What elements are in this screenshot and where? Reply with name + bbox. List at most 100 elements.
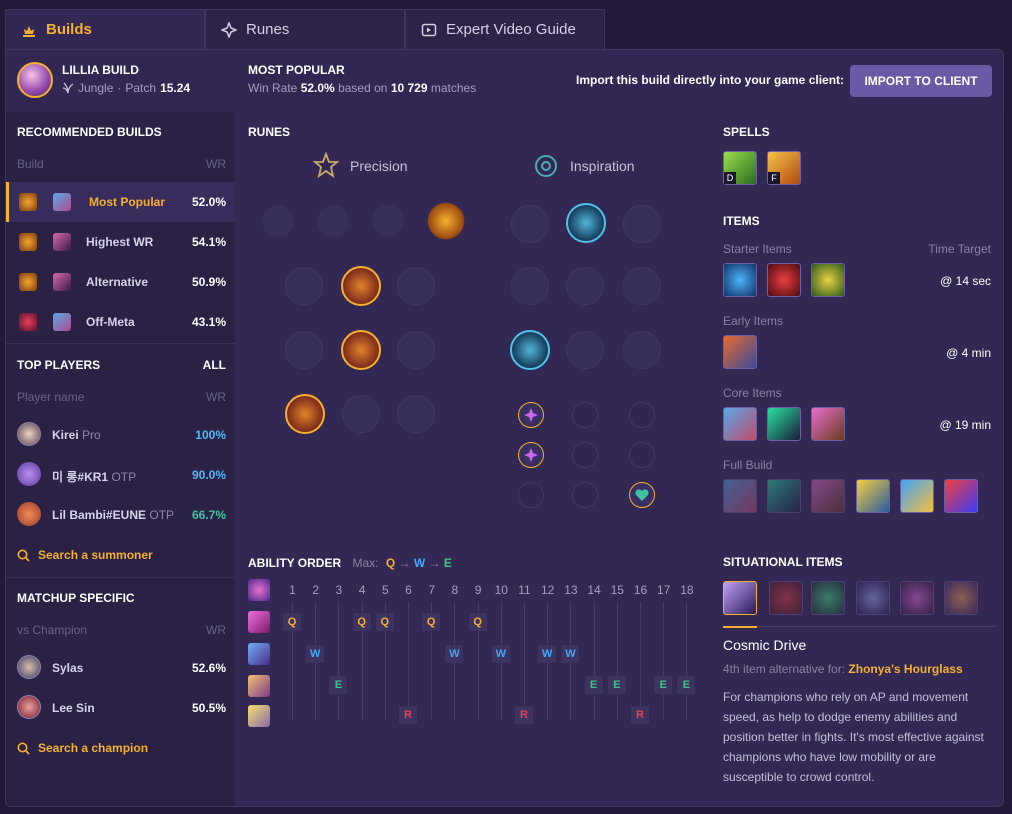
rune-conqueror[interactable]	[427, 202, 465, 240]
runes-title: RUNES	[248, 125, 291, 139]
avatar	[17, 695, 41, 719]
item-full-2[interactable]	[767, 479, 801, 513]
item-control-ward[interactable]	[811, 263, 845, 297]
rune-last-stand[interactable]	[397, 395, 435, 433]
video-icon	[420, 21, 438, 39]
rune-fleet-footwork[interactable]	[372, 205, 404, 237]
items-title: ITEMS	[723, 214, 760, 228]
rune-cosmic-insight[interactable]	[510, 330, 550, 370]
rune-absorb-life[interactable]	[285, 267, 323, 305]
situational-item-4[interactable]	[856, 581, 890, 615]
level-column	[663, 602, 665, 720]
import-to-client-button[interactable]: IMPORT TO CLIENT	[850, 65, 992, 97]
champion-avatar	[17, 62, 53, 98]
situational-item-2[interactable]	[769, 581, 803, 615]
rune-jack-of-all-trades[interactable]	[566, 331, 604, 369]
level-number: 17	[657, 583, 671, 597]
item-icon	[53, 233, 71, 251]
level-number: 16	[633, 583, 648, 597]
build-row-off-meta[interactable]: Off-Meta 43.1%	[6, 302, 235, 342]
matchup-name[interactable]: Lee Sin	[52, 701, 95, 715]
rune-biscuit-delivery[interactable]	[566, 267, 604, 305]
item-health-potion[interactable]	[767, 263, 801, 297]
rune-approach-velocity[interactable]	[623, 267, 661, 305]
situational-item-name: Cosmic Drive	[723, 637, 807, 653]
item-cosmic-drive[interactable]	[723, 581, 757, 615]
rune-legend-haste[interactable]	[341, 330, 381, 370]
situational-item-6[interactable]	[944, 581, 978, 615]
item-full-3[interactable]	[811, 479, 845, 513]
rune-cash-back[interactable]	[566, 203, 606, 243]
keystone-icon	[19, 273, 37, 291]
skill-q-level-9: Q	[468, 613, 487, 631]
shard-adaptive-force[interactable]	[518, 402, 544, 428]
skill-q-level-7: Q	[422, 613, 441, 631]
shard-tenacity[interactable]	[572, 482, 598, 508]
situational-item-5[interactable]	[900, 581, 934, 615]
build-row-most-popular[interactable]: Most Popular 52.0%	[6, 182, 235, 222]
item-boots[interactable]	[723, 335, 757, 369]
rune-legend-alacrity[interactable]	[285, 331, 323, 369]
rune-magical-footwear[interactable]	[511, 205, 549, 243]
rune-cut-down[interactable]	[342, 395, 380, 433]
primary-tree-header: Precision	[312, 152, 408, 180]
player-name[interactable]: Kirei Pro	[52, 428, 101, 442]
skill-q-level-5: Q	[375, 613, 394, 631]
skill-q-level-4: Q	[352, 613, 371, 631]
player-name[interactable]: Lil Bambi#EUNE OTP	[52, 508, 174, 522]
skill-w-level-8: W	[445, 645, 464, 663]
shard-adaptive-force-2[interactable]	[518, 442, 544, 468]
item-sorcerers-shoes[interactable]	[767, 407, 801, 441]
level-number: 14	[587, 583, 601, 597]
item-scorchclaw-pup[interactable]	[723, 263, 757, 297]
shard-ability-haste[interactable]	[629, 402, 655, 428]
item-liandrys[interactable]	[723, 407, 757, 441]
level-number: 11	[518, 583, 531, 597]
secondary-tree-header: Inspiration	[532, 152, 635, 180]
all-players-link[interactable]: ALL	[203, 358, 226, 372]
skill-w-level-10: W	[491, 645, 510, 663]
top-players-title: TOP PLAYERS	[17, 358, 101, 372]
rune-futures-market[interactable]	[623, 331, 661, 369]
search-champion-link[interactable]: Search a champion	[17, 741, 148, 755]
rune-legend-bloodline[interactable]	[397, 331, 435, 369]
spell-smite[interactable]: F	[767, 151, 801, 185]
item-full-1[interactable]	[723, 479, 757, 513]
precision-icon	[312, 152, 340, 179]
item-rylais[interactable]	[811, 407, 845, 441]
player-name[interactable]: 미 롱#KR1 OTP	[52, 468, 136, 485]
rune-coup-de-grace[interactable]	[285, 394, 325, 434]
shard-health-scaling[interactable]	[629, 442, 655, 468]
item-full-5[interactable]	[900, 479, 934, 513]
tab-expert-video-guide[interactable]: Expert Video Guide	[405, 9, 605, 49]
spell-ghost[interactable]: D	[723, 151, 757, 185]
skill-w-level-12: W	[538, 645, 557, 663]
rune-presence-of-mind[interactable]	[397, 267, 435, 305]
rune-time-warp-tonic[interactable]	[511, 267, 549, 305]
rune-triumph[interactable]	[341, 266, 381, 306]
tab-builds[interactable]: Builds	[5, 9, 205, 49]
tab-runes[interactable]: Runes	[205, 9, 405, 49]
situational-item-3[interactable]	[811, 581, 845, 615]
level-number: 8	[451, 583, 459, 597]
build-row-highest-wr[interactable]: Highest WR 54.1%	[6, 222, 235, 262]
shard-health[interactable]	[518, 482, 544, 508]
rune-triple-tonic[interactable]	[623, 205, 661, 243]
rune-lethal-tempo[interactable]	[317, 205, 349, 237]
item-full-6[interactable]	[944, 479, 978, 513]
level-number: 5	[381, 583, 389, 597]
matchup-name[interactable]: Sylas	[52, 661, 83, 675]
shard-health-scaling-selected[interactable]	[629, 482, 655, 508]
rune-press-the-attack[interactable]	[262, 205, 294, 237]
build-row-alternative[interactable]: Alternative 50.9%	[6, 262, 235, 302]
shard-move-speed[interactable]	[572, 442, 598, 468]
search-summoner-link[interactable]: Search a summoner	[17, 548, 153, 562]
avatar	[17, 462, 41, 486]
level-column	[524, 602, 525, 720]
level-number: 4	[358, 583, 366, 597]
item-full-4[interactable]	[856, 479, 890, 513]
level-number: 1	[289, 583, 296, 597]
shard-attack-speed[interactable]	[572, 402, 598, 428]
jungle-icon	[62, 82, 74, 94]
build-panel: LILLIA BUILD Jungle · Patch 15.24 MOST POP…	[5, 49, 1004, 807]
